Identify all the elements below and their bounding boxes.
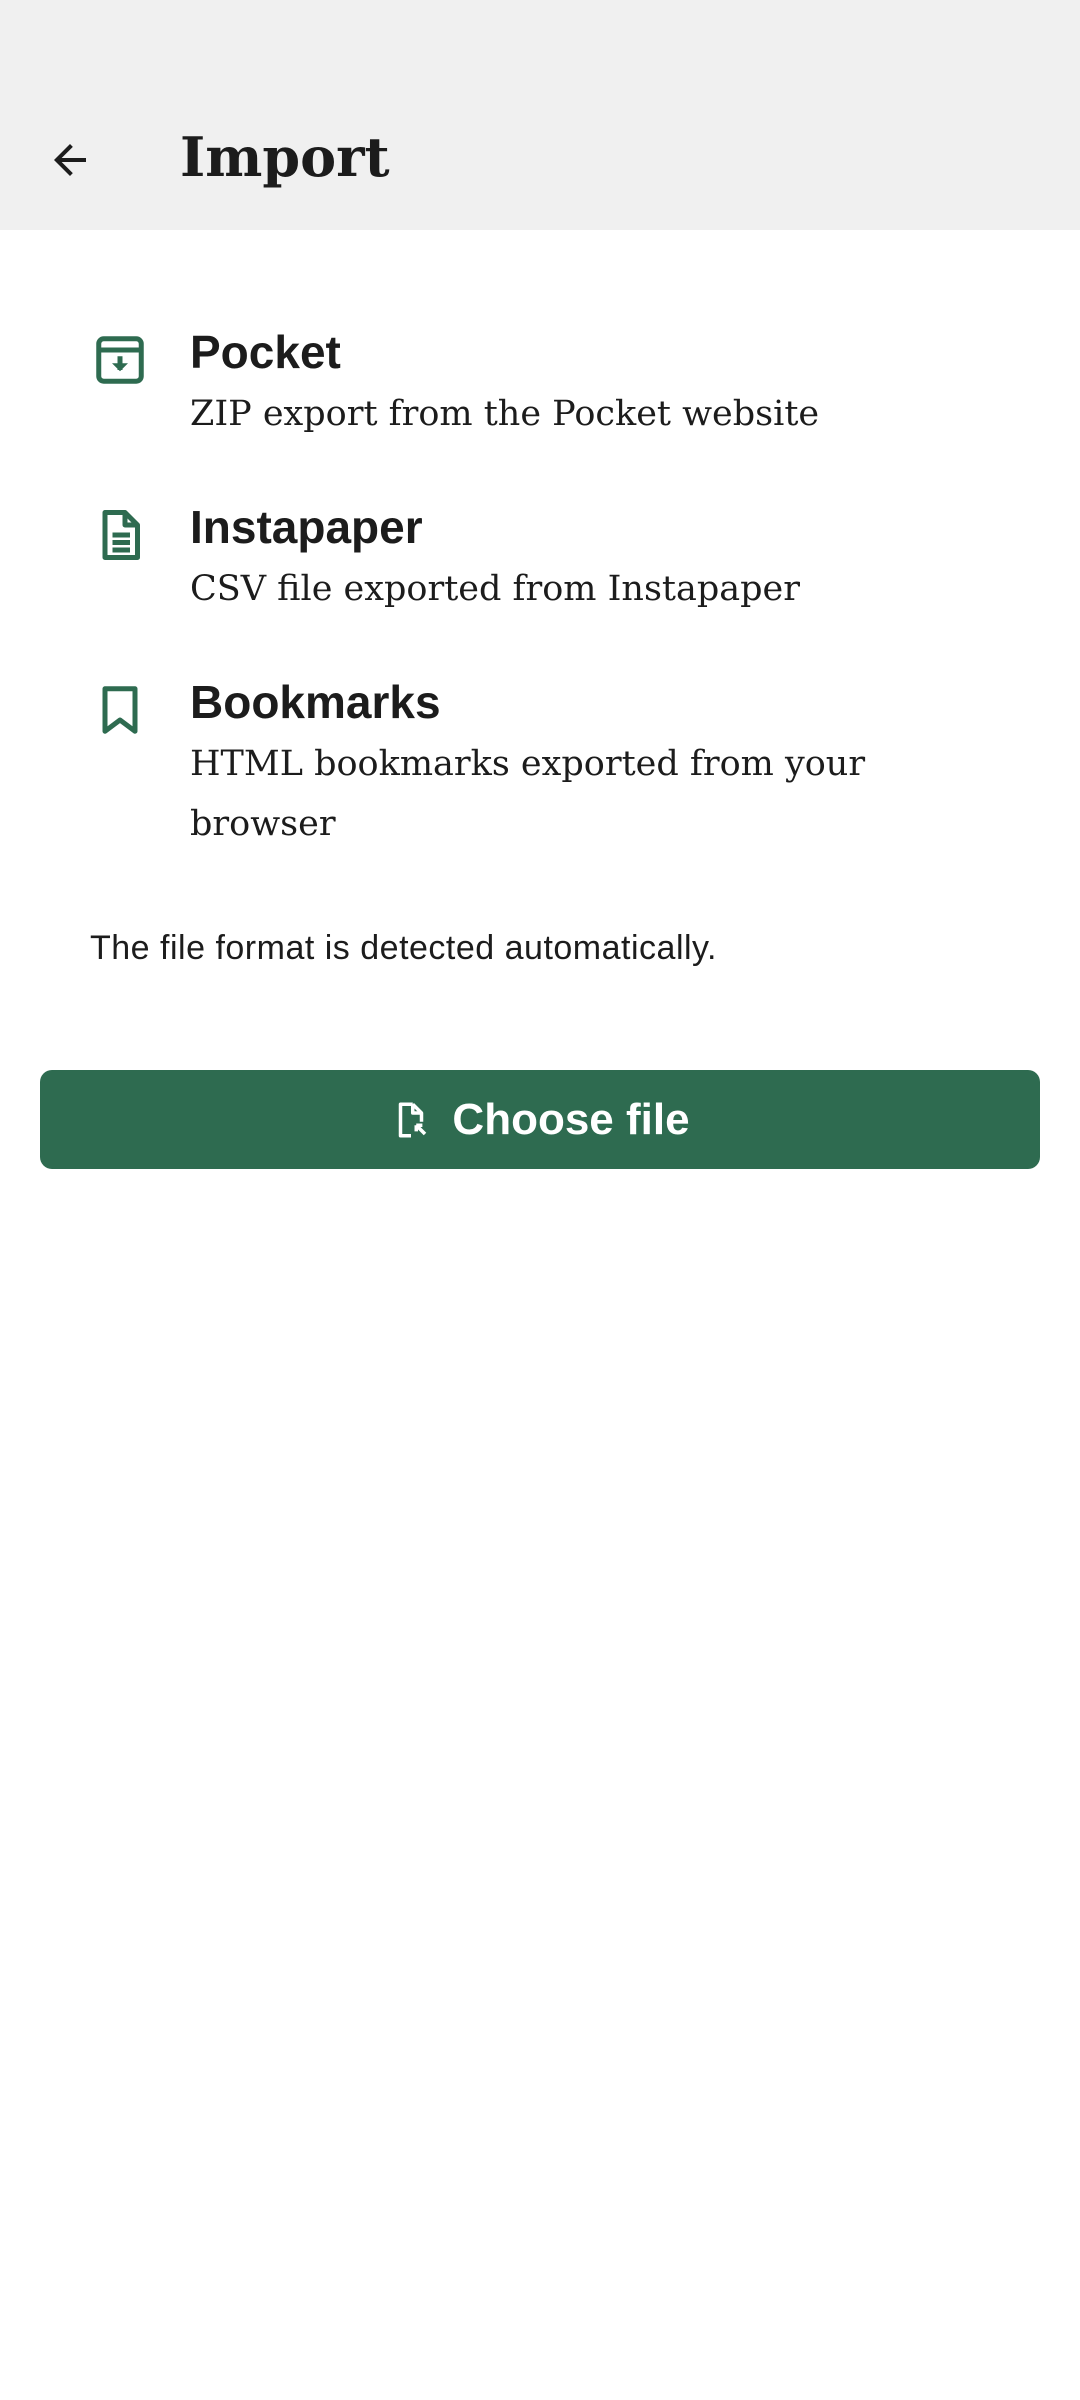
- auto-detect-note: The file format is detected automaticall…: [90, 929, 717, 967]
- source-title: Pocket: [190, 326, 341, 378]
- status-bar: [0, 0, 1080, 100]
- source-title: Bookmarks: [190, 676, 441, 728]
- app-bar: Import: [0, 100, 1080, 230]
- back-button[interactable]: [36, 126, 104, 194]
- choose-file-label: Choose file: [452, 1094, 690, 1144]
- source-item-bookmarks: Bookmarks HTML bookmarks exported from y…: [0, 670, 1080, 854]
- source-description: HTML bookmarks exported from your browse…: [190, 744, 866, 844]
- source-item-instapaper: Instapaper CSV file exported from Instap…: [0, 495, 1080, 619]
- source-title: Instapaper: [190, 501, 423, 553]
- source-description: ZIP export from the Pocket website: [190, 394, 820, 434]
- bookmark-icon: [90, 680, 150, 740]
- source-description: CSV file exported from Instapaper: [190, 569, 800, 609]
- file-pick-icon: [390, 1099, 432, 1141]
- arrow-back-icon: [54, 144, 86, 176]
- archive-download-icon: [90, 330, 150, 390]
- source-item-pocket: Pocket ZIP export from the Pocket websit…: [0, 320, 1080, 444]
- page-title: Import: [180, 125, 390, 189]
- choose-file-button[interactable]: Choose file: [40, 1070, 1040, 1169]
- document-icon: [90, 505, 150, 565]
